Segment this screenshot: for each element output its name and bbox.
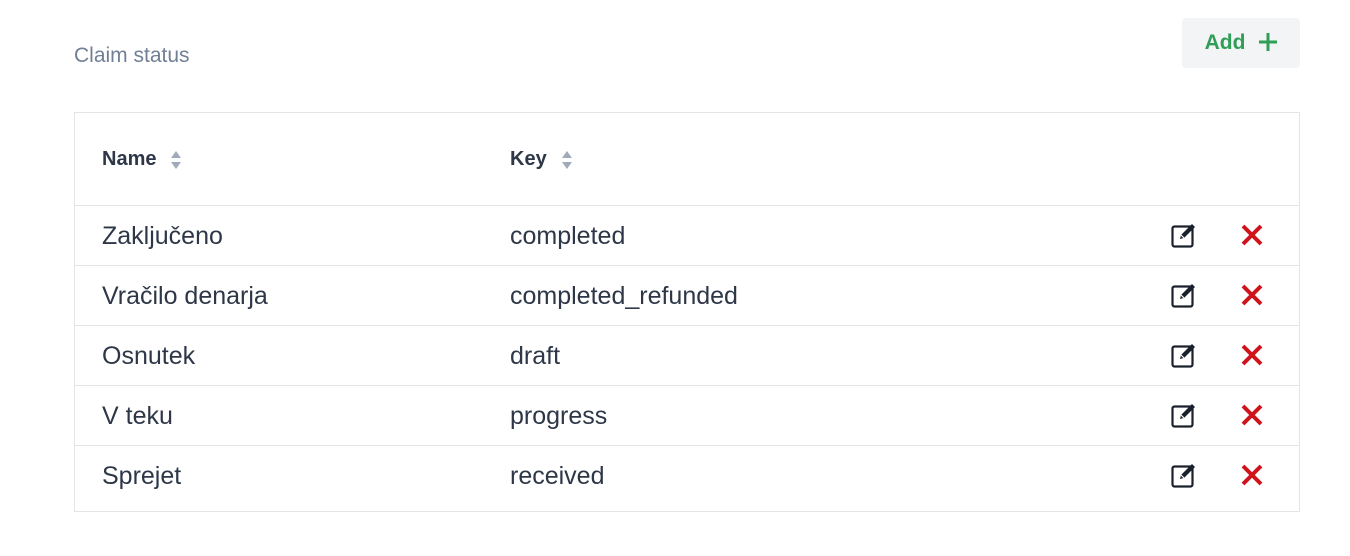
cell-name: Sprejet bbox=[102, 462, 182, 490]
close-icon[interactable] bbox=[1240, 463, 1264, 487]
edit-icon[interactable] bbox=[1171, 222, 1197, 248]
sort-icon bbox=[170, 150, 182, 170]
add-button[interactable]: Add bbox=[1182, 18, 1300, 68]
claim-status-table: Name Key Zaključeno completed Vračilo de… bbox=[74, 112, 1300, 512]
table-body: Zaključeno completed Vračilo denarja com… bbox=[75, 206, 1299, 506]
cell-name: Osnutek bbox=[102, 342, 196, 370]
cell-name: Zaključeno bbox=[102, 222, 223, 250]
table-row: Sprejet received bbox=[75, 446, 1299, 506]
add-button-label: Add bbox=[1204, 31, 1246, 54]
column-header-name[interactable]: Name bbox=[102, 148, 182, 171]
edit-icon[interactable] bbox=[1171, 462, 1197, 488]
table-row: Osnutek draft bbox=[75, 326, 1299, 386]
table-row: V teku progress bbox=[75, 386, 1299, 446]
cell-key: draft bbox=[510, 342, 561, 370]
close-icon[interactable] bbox=[1240, 223, 1264, 247]
table-row: Zaključeno completed bbox=[75, 206, 1299, 266]
close-icon[interactable] bbox=[1240, 283, 1264, 307]
edit-icon[interactable] bbox=[1171, 282, 1197, 308]
table-header: Name Key bbox=[75, 113, 1299, 206]
cell-key: completed_refunded bbox=[510, 282, 738, 310]
cell-name: Vračilo denarja bbox=[102, 282, 268, 310]
cell-name: V teku bbox=[102, 402, 173, 430]
close-icon[interactable] bbox=[1240, 403, 1264, 427]
close-icon[interactable] bbox=[1240, 343, 1264, 367]
column-header-key-label: Key bbox=[510, 148, 547, 170]
cell-key: received bbox=[510, 462, 605, 490]
edit-icon[interactable] bbox=[1171, 342, 1197, 368]
cell-key: completed bbox=[510, 222, 626, 250]
cell-key: progress bbox=[510, 402, 608, 430]
edit-icon[interactable] bbox=[1171, 402, 1197, 428]
column-header-key[interactable]: Key bbox=[510, 148, 573, 171]
plus-icon bbox=[1259, 33, 1278, 51]
column-header-name-label: Name bbox=[102, 148, 157, 170]
section-title: Claim status bbox=[74, 44, 190, 67]
table-row: Vračilo denarja completed_refunded bbox=[75, 266, 1299, 326]
sort-icon bbox=[561, 150, 573, 170]
